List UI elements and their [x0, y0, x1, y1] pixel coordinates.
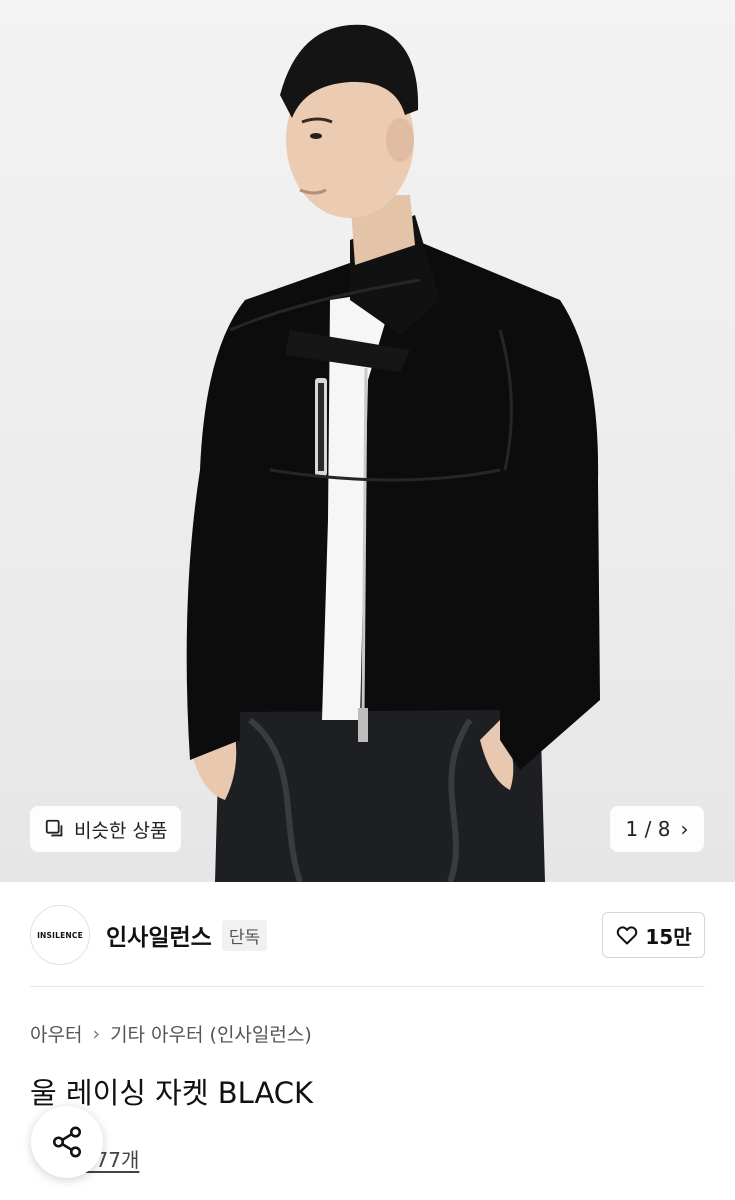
chevron-right-icon: › [680, 817, 689, 841]
brand-logo-text: INSILENCE [37, 930, 83, 940]
share-button[interactable] [31, 1106, 103, 1178]
similar-items-icon [45, 819, 63, 837]
brand-name[interactable]: 인사일런스 [106, 918, 212, 952]
image-pager[interactable]: 1 / 8 › [610, 806, 704, 852]
share-icon [52, 1126, 82, 1158]
like-button[interactable]: 15만 [602, 912, 705, 958]
divider [30, 986, 705, 987]
breadcrumb-outer[interactable]: 아우터 [30, 1020, 82, 1047]
image-pager-count: 1 / 8 [625, 817, 671, 841]
product-photo [186, 24, 600, 882]
brand-logo[interactable]: INSILENCE [30, 905, 90, 965]
breadcrumb: 아우터 › 기타 아우터 (인사일런스) [30, 1020, 312, 1047]
similar-products-label: 비슷한 상품 [74, 819, 168, 842]
brand-row: INSILENCE 인사일런스 단독 15만 [30, 904, 705, 966]
heart-icon [617, 926, 638, 945]
breadcrumb-other-outer[interactable]: 기타 아우터 (인사일런스) [110, 1020, 312, 1047]
product-image-gallery[interactable]: 비슷한 상품 1 / 8 › [0, 0, 735, 882]
chevron-right-icon: › [92, 1022, 101, 1045]
like-count: 15만 [645, 924, 692, 949]
exclusive-badge: 단독 [221, 919, 268, 951]
similar-products-button[interactable]: 비슷한 상품 [30, 806, 182, 852]
